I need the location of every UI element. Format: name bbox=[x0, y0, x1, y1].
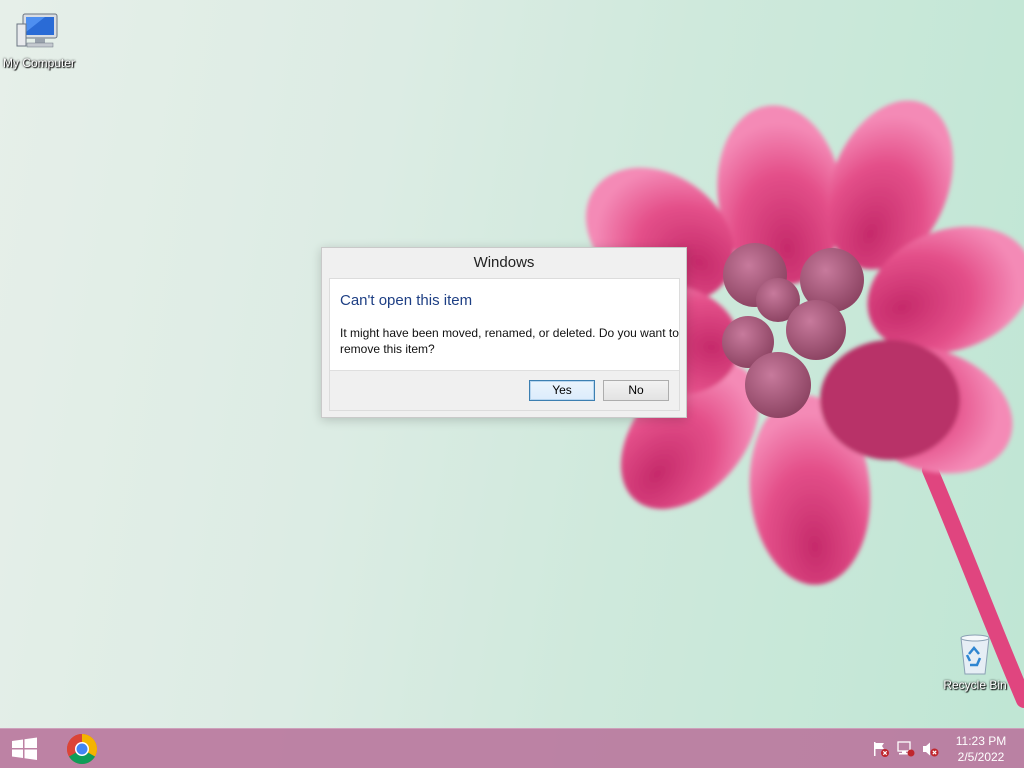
yes-button[interactable]: Yes bbox=[529, 380, 595, 401]
desktop-icon-label: My Computer bbox=[2, 56, 76, 70]
taskbar-chrome-button[interactable] bbox=[62, 732, 102, 766]
no-button[interactable]: No bbox=[603, 380, 669, 401]
error-dialog: Windows Can't open this item It might ha… bbox=[321, 247, 687, 418]
windows-logo-icon bbox=[12, 737, 37, 760]
dialog-content: Can't open this item It might have been … bbox=[329, 278, 680, 411]
taskbar-clock[interactable]: 11:23 PM 2/5/2022 bbox=[948, 733, 1014, 765]
desktop-icon-recycle-bin[interactable]: Recycle Bin bbox=[935, 632, 1015, 692]
taskbar: 11:23 PM 2/5/2022 bbox=[0, 728, 1024, 768]
start-button[interactable] bbox=[8, 735, 42, 763]
dialog-footer: Yes No bbox=[330, 370, 679, 410]
dialog-message: It might have been moved, renamed, or de… bbox=[340, 326, 679, 356]
network-icon[interactable] bbox=[897, 741, 915, 757]
computer-icon bbox=[15, 10, 63, 54]
desktop-icon-label: Recycle Bin bbox=[943, 678, 1007, 692]
dialog-title[interactable]: Windows bbox=[322, 248, 686, 278]
action-center-flag-icon[interactable] bbox=[872, 741, 890, 757]
clock-time: 11:23 PM bbox=[955, 734, 1007, 748]
chrome-icon bbox=[66, 734, 98, 765]
volume-muted-icon[interactable] bbox=[921, 741, 939, 757]
desktop-icon-my-computer[interactable]: My Computer bbox=[0, 10, 79, 70]
dialog-heading: Can't open this item bbox=[340, 292, 473, 309]
recycle-bin-icon bbox=[951, 632, 999, 676]
clock-date: 2/5/2022 bbox=[957, 750, 1005, 764]
